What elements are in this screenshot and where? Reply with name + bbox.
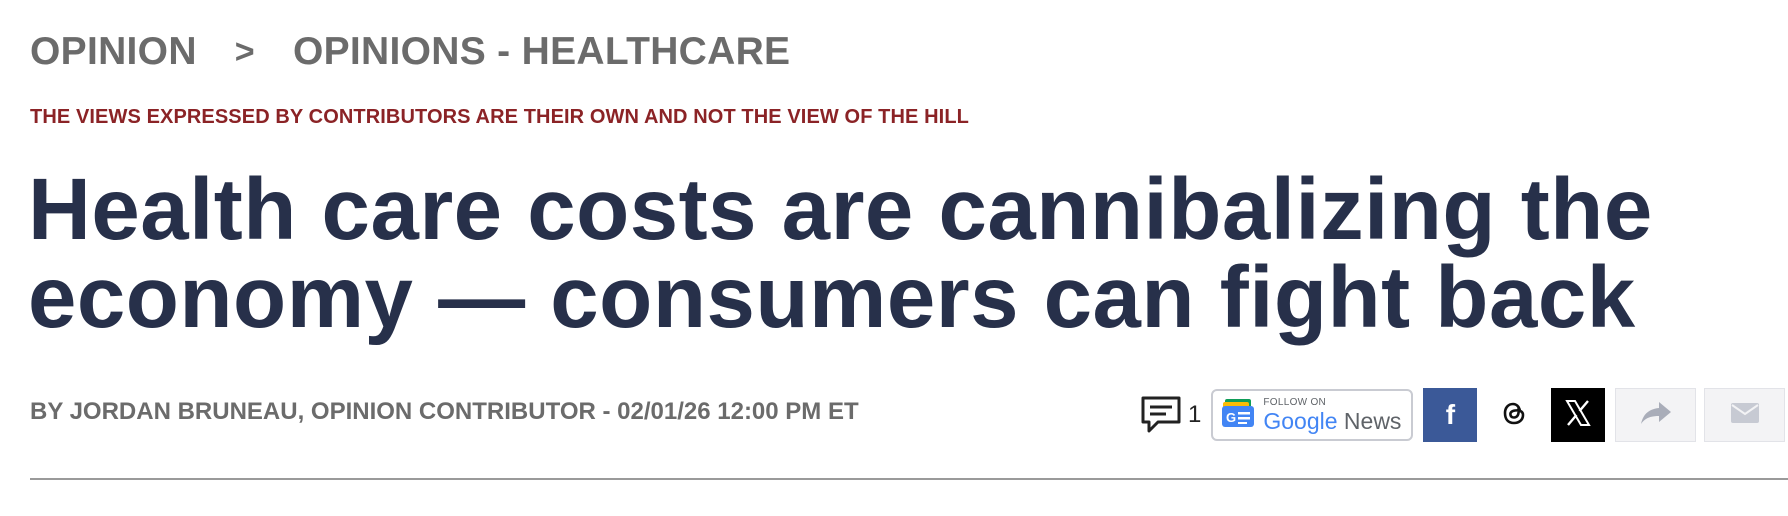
facebook-icon: f: [1445, 399, 1456, 430]
share-arrow-icon: [1639, 400, 1673, 431]
google-news-follow-label: FOLLOW ON: [1263, 396, 1327, 408]
comment-count: 1: [1188, 401, 1202, 428]
byline-datetime: 02/01/26 12:00 PM ET: [617, 398, 859, 425]
share-bar: 1 G FOLLOW ON Google News f: [1140, 388, 1786, 442]
x-share-button[interactable]: [1551, 388, 1606, 442]
mail-icon: [1730, 402, 1760, 429]
google-wordmark: Google: [1263, 407, 1338, 434]
comments-button[interactable]: 1: [1140, 395, 1201, 435]
breadcrumb-healthcare-link[interactable]: OPINIONS - HEALTHCARE: [293, 30, 790, 74]
breadcrumb-separator: >: [234, 32, 255, 71]
x-icon: [1563, 398, 1593, 433]
svg-text:G: G: [1226, 410, 1236, 425]
google-news-brand: Google News: [1263, 407, 1402, 434]
article-header: OPINION > OPINIONS - HEALTHCARE THE VIEW…: [0, 0, 1788, 516]
share-button[interactable]: [1615, 388, 1697, 442]
breadcrumb: OPINION > OPINIONS - HEALTHCARE: [30, 28, 790, 76]
breadcrumb-opinion-link[interactable]: OPINION: [30, 30, 197, 74]
news-wordmark: News: [1343, 407, 1402, 434]
follow-google-news-button[interactable]: G FOLLOW ON Google News: [1211, 389, 1414, 441]
facebook-share-button[interactable]: f: [1423, 388, 1478, 442]
article-headline: Health care costs are cannibalizing the …: [28, 161, 1653, 346]
google-news-label: FOLLOW ON Google News: [1263, 396, 1402, 434]
email-share-button[interactable]: [1704, 388, 1786, 442]
byline-separator: -: [595, 398, 618, 425]
google-news-icon: G: [1221, 397, 1255, 434]
threads-share-button[interactable]: [1487, 388, 1541, 442]
threads-icon: [1500, 398, 1528, 433]
byline-author[interactable]: BY JORDAN BRUNEAU, OPINION CONTRIBUTOR: [30, 398, 596, 426]
opinion-disclaimer: THE VIEWS EXPRESSED BY CONTRIBUTORS ARE …: [30, 106, 969, 128]
byline: BY JORDAN BRUNEAU, OPINION CONTRIBUTOR -…: [30, 398, 859, 426]
header-divider: [30, 478, 1788, 480]
comment-icon: [1140, 395, 1182, 435]
